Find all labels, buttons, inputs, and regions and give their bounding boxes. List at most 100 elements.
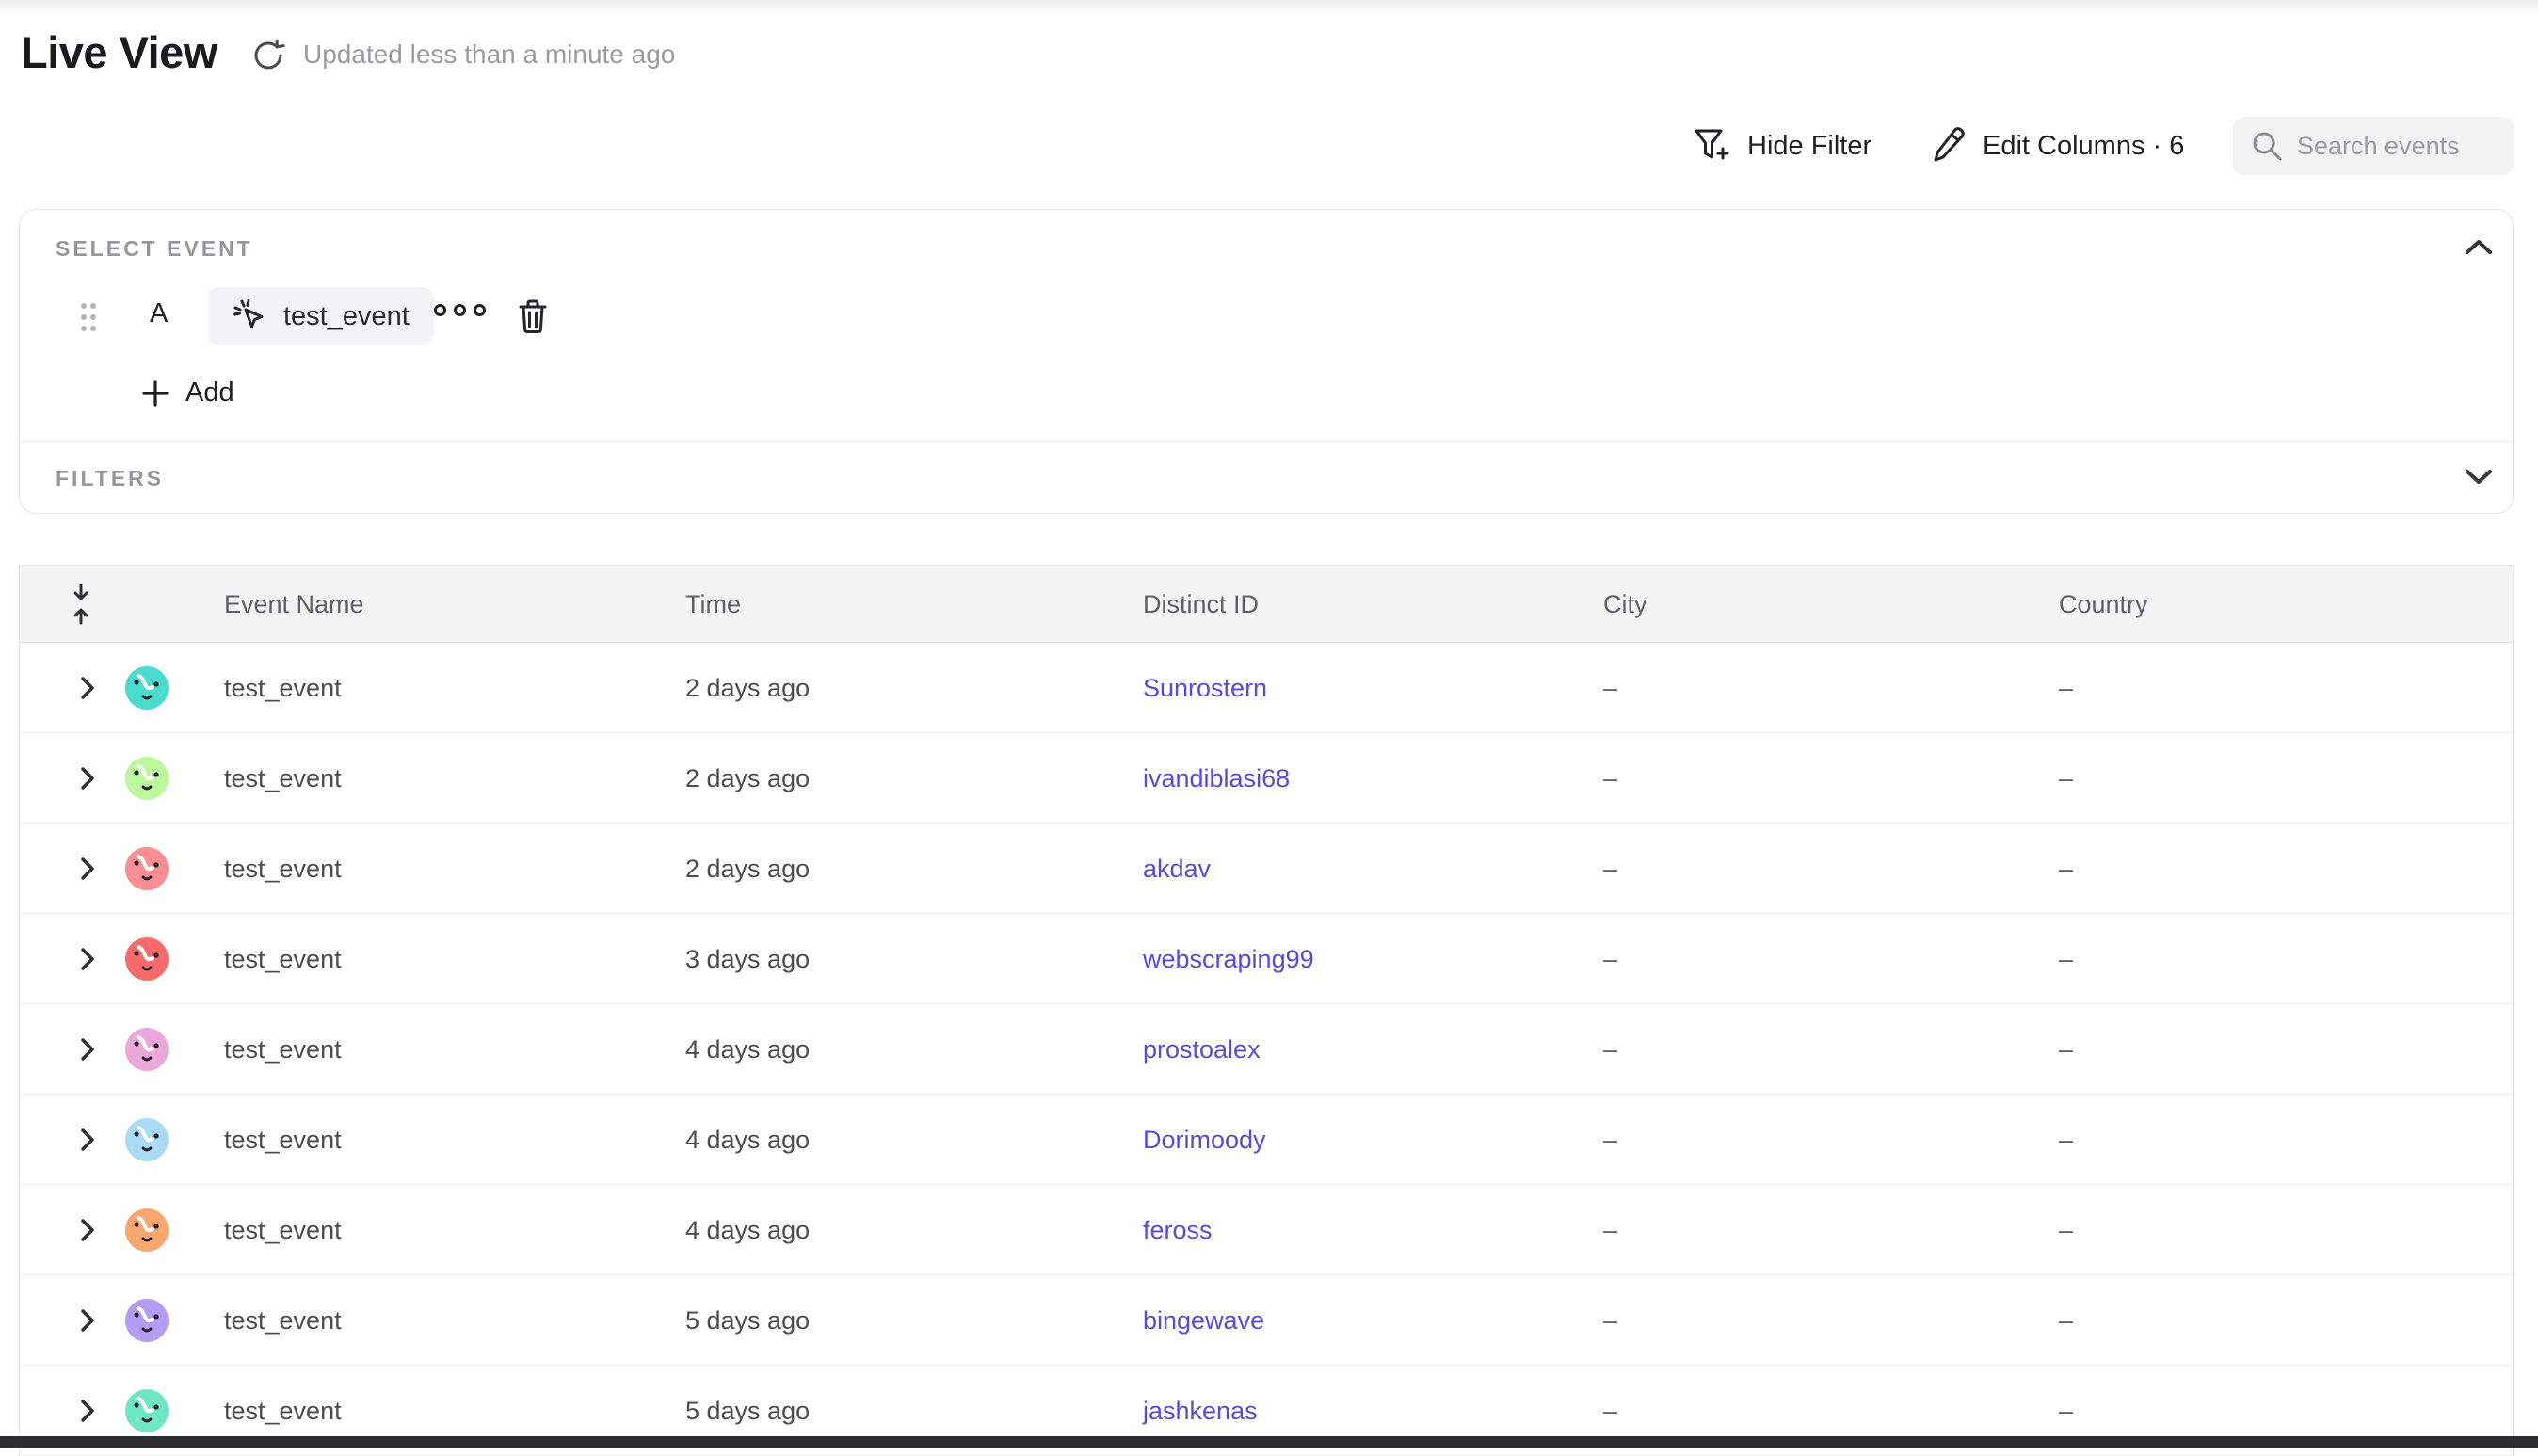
avatar-face — [125, 1028, 169, 1071]
table-header-row: Event Name Time Distinct ID City Country — [20, 566, 2513, 643]
cell-distinct-id-link[interactable]: bingewave — [1143, 1275, 1264, 1366]
user-avatar — [125, 1118, 169, 1161]
cell-event-name: test_event — [224, 824, 342, 914]
event-options-button[interactable] — [434, 304, 486, 316]
cell-city: – — [1603, 1004, 1617, 1095]
avatar-face — [125, 847, 169, 890]
user-avatar — [125, 757, 169, 800]
cell-time: 2 days ago — [685, 643, 810, 733]
hide-filter-button[interactable]: Hide Filter — [1693, 117, 1871, 175]
cell-distinct-id-link[interactable]: Sunrostern — [1143, 643, 1267, 733]
add-label: Add — [185, 377, 234, 408]
cell-distinct-id-link[interactable]: akdav — [1143, 824, 1211, 914]
cell-city: – — [1603, 1275, 1617, 1366]
expand-row-button[interactable] — [69, 1392, 106, 1430]
expand-row-button[interactable] — [69, 940, 106, 978]
chevron-right-icon — [78, 766, 97, 791]
cell-country: – — [2059, 643, 2073, 733]
expand-row-button[interactable] — [69, 1031, 106, 1068]
cell-city: – — [1603, 643, 1617, 733]
column-header-city[interactable]: City — [1603, 566, 1647, 643]
expand-row-button[interactable] — [69, 850, 106, 888]
user-avatar — [125, 847, 169, 890]
cell-distinct-id-link[interactable]: ivandiblasi68 — [1143, 733, 1290, 824]
avatar-face — [125, 937, 169, 981]
trash-icon — [517, 298, 549, 334]
table-row: test_event 2 days ago Sunrostern – – — [20, 643, 2513, 733]
edit-columns-label: Edit Columns · 6 — [1983, 131, 2184, 162]
collapse-select-event-button[interactable] — [2460, 232, 2498, 261]
column-header-time[interactable]: Time — [685, 566, 741, 643]
user-avatar — [125, 937, 169, 981]
delete-event-button[interactable] — [517, 298, 549, 334]
top-scroll-shadow — [0, 0, 2538, 17]
chevron-up-icon — [2465, 239, 2493, 255]
add-event-button[interactable]: Add — [140, 377, 234, 408]
user-avatar — [125, 1208, 169, 1252]
pencil-icon — [1930, 126, 1968, 166]
chevron-right-icon — [78, 1037, 97, 1062]
expand-row-button[interactable] — [69, 760, 106, 797]
cell-event-name: test_event — [224, 733, 342, 824]
selected-event-button[interactable]: test_event — [208, 287, 434, 345]
expand-filters-button[interactable] — [2460, 462, 2498, 490]
drag-dots-icon — [78, 300, 99, 334]
filter-plus-icon — [1693, 125, 1732, 167]
cell-time: 4 days ago — [685, 1095, 810, 1185]
column-header-event-name[interactable]: Event Name — [224, 566, 364, 643]
user-avatar — [125, 1389, 169, 1432]
user-avatar — [125, 1299, 169, 1342]
avatar-face — [125, 1299, 169, 1342]
user-avatar — [125, 1028, 169, 1071]
search-events-input[interactable]: Search events — [2233, 117, 2514, 175]
selected-event-label: test_event — [283, 301, 410, 332]
expand-row-button[interactable] — [69, 1211, 106, 1249]
select-event-section-label: SELECT EVENT — [56, 236, 253, 262]
column-header-distinct-id[interactable]: Distinct ID — [1143, 566, 1259, 643]
refresh-icon — [249, 37, 287, 74]
refresh-button[interactable] — [247, 34, 290, 77]
updated-status: Updated less than a minute ago — [303, 40, 675, 70]
query-builder-card: SELECT EVENT A — [19, 209, 2514, 514]
cell-country: – — [2059, 1004, 2073, 1095]
cell-event-name: test_event — [224, 1185, 342, 1275]
cell-distinct-id-link[interactable]: Dorimoody — [1143, 1095, 1266, 1185]
cell-country: – — [2059, 733, 2073, 824]
expand-row-button[interactable] — [69, 1302, 106, 1339]
plus-icon — [140, 378, 170, 408]
cell-city: – — [1603, 1185, 1617, 1275]
cell-time: 2 days ago — [685, 733, 810, 824]
cell-city: – — [1603, 1095, 1617, 1185]
filters-section-label: FILTERS — [56, 466, 164, 491]
live-view-page: Live View Updated less than a minute ago… — [0, 0, 2538, 1448]
card-divider — [20, 441, 2513, 442]
expand-row-button[interactable] — [69, 1121, 106, 1159]
cell-distinct-id-link[interactable]: webscraping99 — [1143, 914, 1314, 1004]
chevron-right-icon — [78, 856, 97, 881]
event-row-letter: A — [150, 298, 168, 329]
edit-columns-button[interactable]: Edit Columns · 6 — [1930, 117, 2184, 175]
cell-distinct-id-link[interactable]: feross — [1143, 1185, 1213, 1275]
drag-handle[interactable] — [78, 300, 99, 334]
chevron-right-icon — [78, 676, 97, 700]
chevron-right-icon — [78, 1128, 97, 1152]
cell-country: – — [2059, 1275, 2073, 1366]
events-table: Event Name Time Distinct ID City Country… — [19, 565, 2514, 1456]
dot-icon — [454, 304, 466, 316]
column-header-country[interactable]: Country — [2059, 566, 2148, 643]
expand-row-button[interactable] — [69, 669, 106, 707]
cell-distinct-id-link[interactable]: prostoalex — [1143, 1004, 1261, 1095]
table-row: test_event 4 days ago feross – – — [20, 1185, 2513, 1275]
bottom-window-edge — [0, 1436, 2538, 1448]
avatar-face — [125, 1118, 169, 1161]
cell-country: – — [2059, 1185, 2073, 1275]
cell-country: – — [2059, 824, 2073, 914]
table-row: test_event 4 days ago prostoalex – – — [20, 1004, 2513, 1095]
collapse-vertical-icon — [69, 584, 93, 625]
collapse-all-rows-button[interactable] — [65, 566, 97, 643]
table-row: test_event 3 days ago webscraping99 – – — [20, 914, 2513, 1004]
chevron-right-icon — [78, 1308, 97, 1333]
table-row: test_event 4 days ago Dorimoody – – — [20, 1095, 2513, 1185]
table-row: test_event 5 days ago bingewave – – — [20, 1275, 2513, 1366]
hide-filter-label: Hide Filter — [1747, 131, 1871, 162]
